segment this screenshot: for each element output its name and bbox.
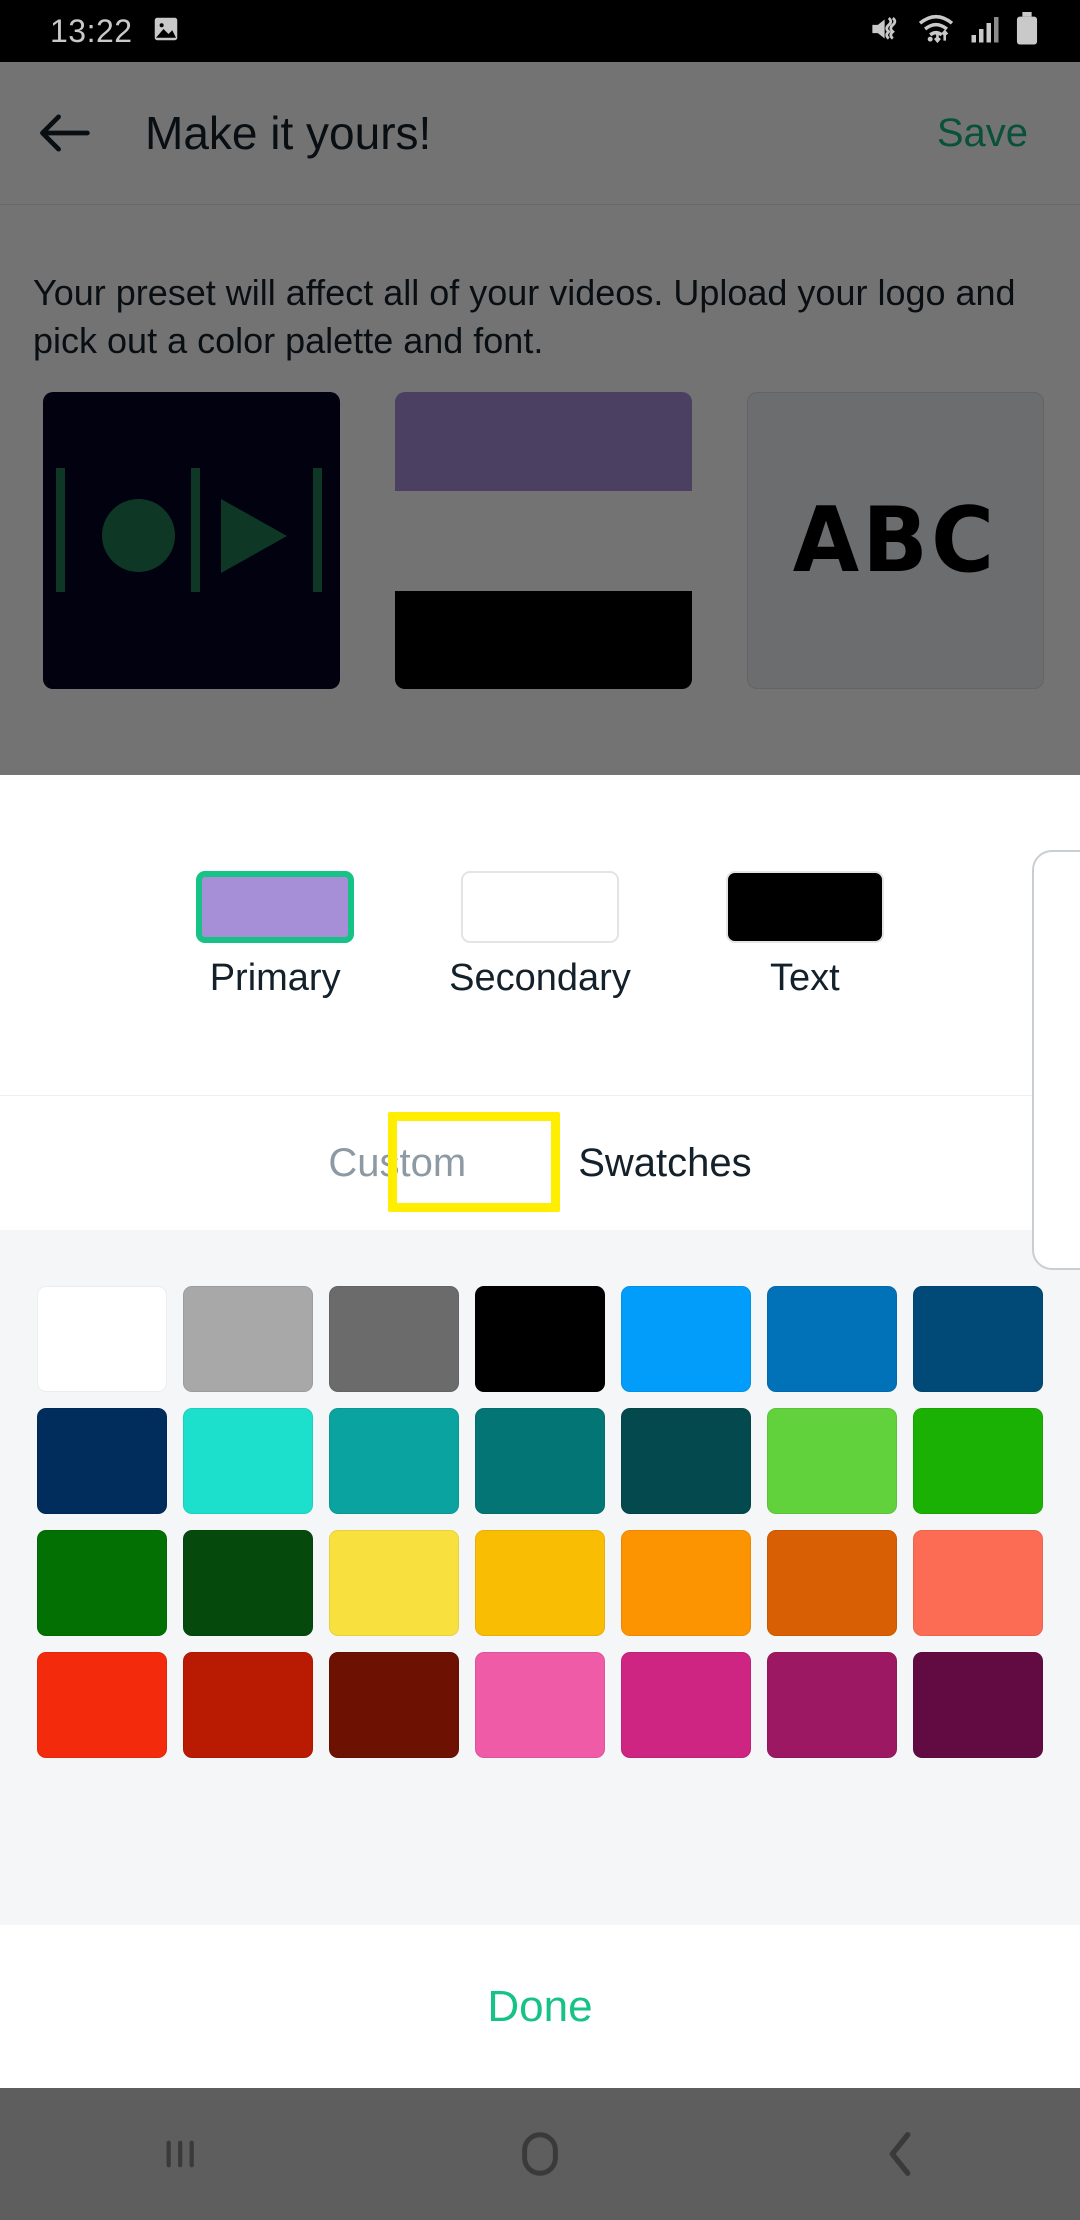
edge-peek-card [1032,850,1080,1270]
primary-color-swatch[interactable] [196,870,355,943]
swatch-r3-c3[interactable] [329,1530,459,1636]
logo-bar-left [56,468,65,592]
swatch-r2-c7[interactable] [913,1408,1043,1514]
swatch-r4-c2[interactable] [183,1652,313,1758]
palette-band-text [395,590,692,689]
page-title: Make it yours! [145,107,432,159]
swatch-r1-c4[interactable] [475,1286,605,1392]
palette-preview-card[interactable] [395,392,692,689]
preview-cards-row: ABC [0,392,1080,689]
swatch-r2-c6[interactable] [767,1408,897,1514]
secondary-label: Secondary [449,956,631,999]
swatch-r3-c7[interactable] [913,1530,1043,1636]
wifi-icon [916,13,956,50]
background-app-content: Make it yours! Save Your preset will aff… [0,62,1080,775]
color-target-text[interactable]: Text [725,870,884,1000]
swatch-r4-c6[interactable] [767,1652,897,1758]
status-bar: 13:22 [0,0,1080,62]
tab-swatches[interactable]: Swatches [540,1141,789,1186]
logo-circle [102,499,175,572]
swatch-r2-c3[interactable] [329,1408,459,1514]
status-time: 13:22 [50,12,133,49]
swatch-r1-c3[interactable] [329,1286,459,1392]
secondary-color-swatch[interactable] [460,870,619,943]
palette-band-primary [395,392,692,492]
recents-button[interactable] [0,2131,360,2177]
done-button[interactable]: Done [487,1982,592,2032]
android-navigation-bar [0,2088,1080,2220]
home-button[interactable] [360,2129,720,2179]
color-target-secondary[interactable]: Secondary [449,870,631,1000]
image-icon [151,14,181,49]
preset-description: Your preset will affect all of your vide… [33,272,1016,361]
battery-icon [1014,11,1040,51]
swatch-r3-c4[interactable] [475,1530,605,1636]
font-preview-card[interactable]: ABC [747,392,1044,689]
swatch-r4-c5[interactable] [621,1652,751,1758]
status-left-icons [151,14,181,49]
logo-bar-right [313,468,322,592]
phone-screen: 13:22 Make it yours! Save Your preset wi… [0,0,1080,2220]
color-target-row: Primary Secondary Text [0,775,1080,1095]
swatch-r1-c1[interactable] [37,1286,167,1392]
swatch-r4-c1[interactable] [37,1652,167,1758]
save-button[interactable]: Save [937,111,1028,156]
swatch-r1-c7[interactable] [913,1286,1043,1392]
font-sample-text: ABC [793,488,998,593]
logo-play-triangle [221,499,287,573]
mute-vibrate-icon [869,14,903,49]
swatch-r4-c7[interactable] [913,1652,1043,1758]
status-right-icons [869,11,1040,51]
back-chevron-button[interactable] [720,2129,1080,2179]
app-header: Make it yours! Save [0,62,1080,205]
swatch-r2-c5[interactable] [621,1408,751,1514]
swatch-r3-c6[interactable] [767,1530,897,1636]
color-target-primary[interactable]: Primary [196,870,355,1000]
picker-tabs: Custom Swatches [0,1095,1080,1230]
tab-custom[interactable]: Custom [290,1141,504,1186]
swatch-r4-c4[interactable] [475,1652,605,1758]
primary-label: Primary [209,956,341,999]
palette-band-secondary [395,491,692,591]
swatch-r2-c1[interactable] [37,1408,167,1514]
logo-bar-mid [191,468,200,592]
swatch-r3-c2[interactable] [183,1530,313,1636]
text-color-swatch[interactable] [725,870,884,943]
swatch-r2-c4[interactable] [475,1408,605,1514]
swatch-r4-c3[interactable] [329,1652,459,1758]
swatch-r3-c5[interactable] [621,1530,751,1636]
text-label: Text [769,956,840,999]
swatch-r2-c2[interactable] [183,1408,313,1514]
swatch-grid [0,1286,1080,1758]
back-arrow-icon[interactable] [33,102,95,164]
swatch-r3-c1[interactable] [37,1530,167,1636]
swatch-r1-c2[interactable] [183,1286,313,1392]
swatch-r1-c6[interactable] [767,1286,897,1392]
swatch-grid-container [0,1230,1080,1925]
cellular-signal-icon [969,14,1001,49]
color-picker-sheet: Primary Secondary Text Custom Swatches D… [0,775,1080,2088]
swatch-r1-c5[interactable] [621,1286,751,1392]
logo-preview-card[interactable] [43,392,340,689]
done-bar[interactable]: Done [0,1925,1080,2088]
